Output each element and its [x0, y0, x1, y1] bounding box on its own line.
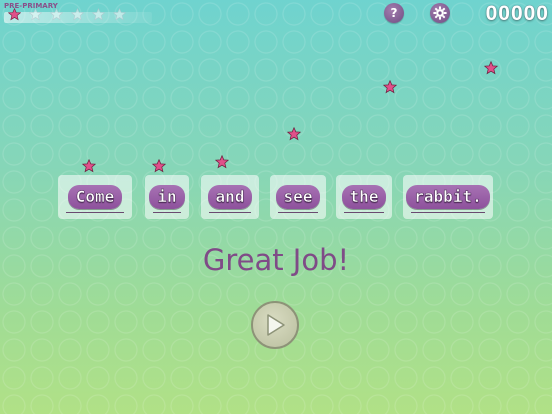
word-card[interactable]: rabbit.: [403, 175, 493, 219]
word-tile: the: [341, 185, 387, 209]
word-tile: rabbit.: [406, 185, 490, 209]
star-icon: [287, 127, 301, 141]
level-stars: [8, 8, 126, 21]
level-progress: PRE-PRIMARY: [4, 2, 154, 24]
word-tile: in: [149, 185, 185, 209]
word-card[interactable]: the: [336, 175, 392, 219]
word-underline: [209, 212, 251, 213]
level-star-icon: [50, 8, 63, 21]
star-icon: [152, 159, 166, 173]
help-icon: ?: [390, 6, 398, 20]
settings-button[interactable]: [430, 3, 450, 23]
word-tile: Come: [67, 185, 123, 209]
star-icon: [215, 155, 229, 169]
star-icon: [82, 159, 96, 173]
word-tile: see: [275, 185, 321, 209]
star-icon: [484, 61, 498, 75]
word-tile: and: [207, 185, 253, 209]
word-underline: [411, 212, 485, 213]
level-star-icon: [29, 8, 42, 21]
level-star-icon: [92, 8, 105, 21]
level-star-icon: [71, 8, 84, 21]
word-underline: [66, 212, 124, 213]
help-button[interactable]: ?: [384, 3, 404, 23]
word-card[interactable]: see: [270, 175, 326, 219]
word-underline: [278, 212, 318, 213]
gear-icon: [433, 6, 447, 20]
feedback-message: Great Job!: [202, 243, 350, 277]
word-card[interactable]: Come: [58, 175, 132, 219]
word-underline: [344, 212, 384, 213]
word-underline: [153, 212, 181, 213]
score-counter: 00000: [485, 2, 549, 25]
level-star-icon: [8, 8, 21, 21]
word-card[interactable]: and: [201, 175, 259, 219]
level-star-icon: [113, 8, 126, 21]
word-card[interactable]: in: [145, 175, 189, 219]
play-button[interactable]: [251, 301, 299, 349]
star-icon: [383, 80, 397, 94]
play-icon: [267, 314, 285, 336]
